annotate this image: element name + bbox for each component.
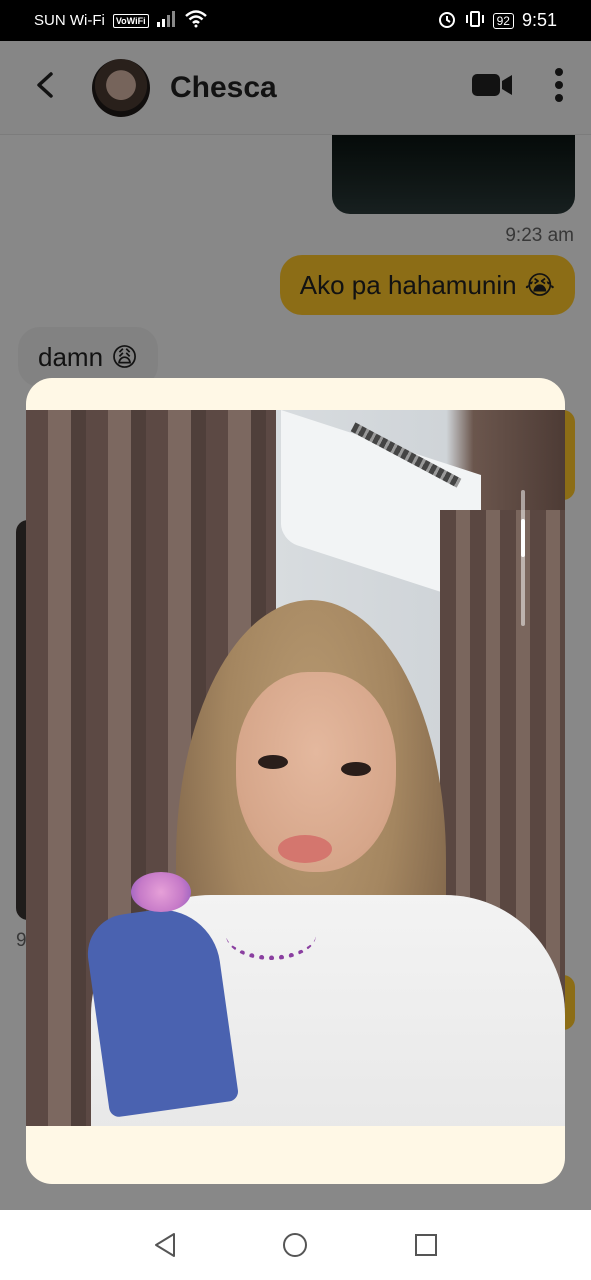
alarm-icon <box>437 9 457 33</box>
nav-back-icon <box>155 1233 176 1257</box>
nav-back-button[interactable] <box>140 1220 190 1270</box>
photo-scroll-thumb[interactable] <box>521 519 525 558</box>
nav-recents-button[interactable] <box>401 1220 451 1270</box>
carrier-label: SUN Wi-Fi <box>34 12 105 29</box>
clock: 9:51 <box>521 10 557 30</box>
wifi-icon <box>184 9 207 32</box>
vowifi-badge: VoWiFi <box>112 13 149 28</box>
nav-home-icon <box>283 1233 308 1257</box>
nav-home-button[interactable] <box>270 1220 320 1270</box>
photo-eye-right <box>341 762 371 776</box>
photo-plush-toy <box>131 872 191 912</box>
system-nav-bar <box>0 1210 591 1280</box>
signal-icon <box>156 10 177 31</box>
status-bar: SUN Wi-Fi VoWiFi 92 9:51 <box>0 0 591 41</box>
vibrate-icon <box>465 9 485 33</box>
nav-recents-icon <box>414 1234 437 1256</box>
expanded-photo[interactable] <box>26 410 565 1126</box>
photo-scroll-track[interactable] <box>521 490 525 626</box>
battery-indicator: 92 <box>492 12 514 29</box>
photo-necklace <box>226 910 316 960</box>
photo-eye-left <box>258 755 288 769</box>
photo-lips <box>278 835 332 863</box>
photo-viewer-modal[interactable] <box>26 378 565 1184</box>
